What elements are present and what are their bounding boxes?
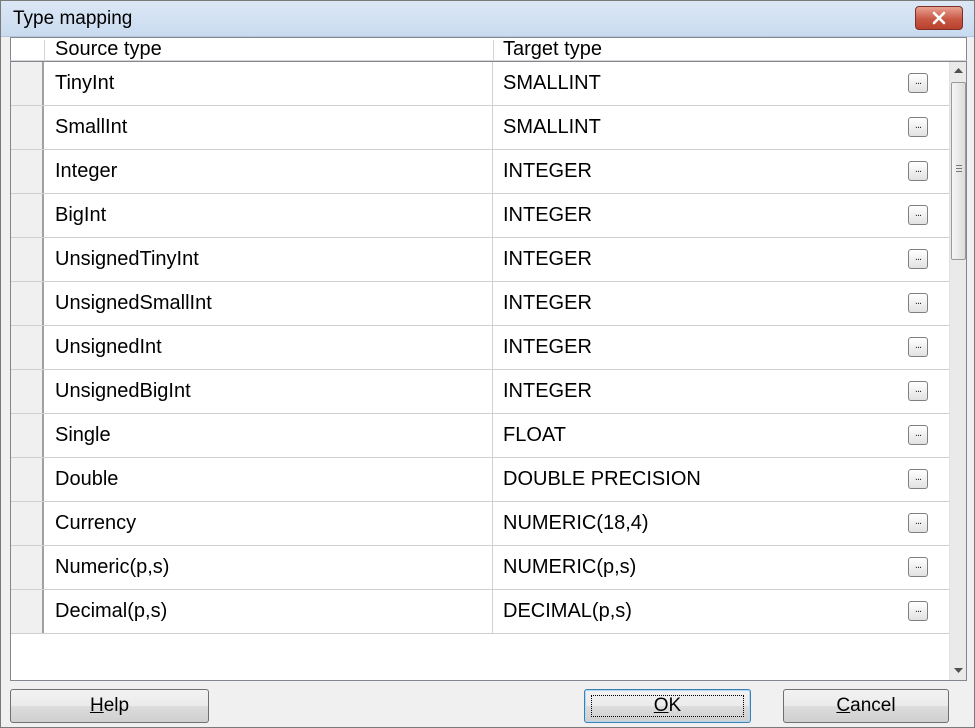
row-indicator[interactable] (11, 414, 44, 457)
source-type-cell[interactable]: Currency (47, 502, 493, 545)
row-indicator[interactable] (11, 150, 44, 193)
source-type-cell[interactable]: UnsignedBigInt (47, 370, 493, 413)
row-indicator[interactable] (11, 282, 44, 325)
type-mapping-grid[interactable]: TinyInt SMALLINT... SmallInt SMALLINT... Int… (10, 61, 967, 681)
cancel-button-accelerator: C (836, 695, 851, 716)
target-type-cell[interactable]: INTEGER (494, 282, 949, 325)
ellipsis-button[interactable]: ... (908, 161, 928, 181)
title-bar: Type mapping (1, 1, 974, 37)
dialog-title: Type mapping (13, 8, 133, 29)
target-type-cell[interactable]: INTEGER (494, 150, 949, 193)
target-type-cell[interactable]: SMALLINT (494, 62, 949, 105)
source-type-cell[interactable]: TinyInt (47, 62, 493, 105)
row-indicator[interactable] (11, 370, 44, 413)
table-row[interactable]: Integer INTEGER... (11, 150, 951, 194)
source-type-cell[interactable]: SmallInt (47, 106, 493, 149)
source-type-cell[interactable]: Decimal(p,s) (47, 590, 493, 633)
type-mapping-dialog: Type mapping Source type Target type Tin… (0, 0, 975, 728)
column-header-source-type[interactable]: Source type (55, 38, 162, 60)
target-type-cell[interactable]: FLOAT (494, 414, 949, 457)
row-indicator[interactable] (11, 62, 44, 105)
ok-button-accelerator: O (653, 695, 669, 716)
column-header-target-type[interactable]: Target type (503, 38, 602, 60)
close-button[interactable] (915, 6, 963, 30)
table-row[interactable]: Single FLOAT... (11, 414, 951, 458)
row-indicator[interactable] (11, 326, 44, 369)
grip-line (956, 168, 962, 169)
scroll-thumb[interactable] (951, 82, 966, 260)
header-separator[interactable] (493, 40, 494, 60)
ellipsis-button[interactable]: ... (908, 117, 928, 137)
table-row[interactable]: SmallInt SMALLINT... (11, 106, 951, 150)
ellipsis-button[interactable]: ... (908, 557, 928, 577)
row-indicator[interactable] (11, 106, 44, 149)
caret-up-icon (954, 68, 963, 73)
table-row[interactable]: TinyInt SMALLINT... (11, 62, 951, 106)
table-row[interactable]: UnsignedBigInt INTEGER... (11, 370, 951, 414)
ellipsis-button[interactable]: ... (908, 73, 928, 93)
target-type-cell[interactable]: DOUBLE PRECISION (494, 458, 949, 501)
target-type-cell[interactable]: DECIMAL(p,s) (494, 590, 949, 633)
source-type-cell[interactable]: UnsignedSmallInt (47, 282, 493, 325)
ellipsis-button[interactable]: ... (908, 337, 928, 357)
table-row[interactable]: BigInt INTEGER... (11, 194, 951, 238)
source-type-cell[interactable]: Single (47, 414, 493, 457)
table-row[interactable]: Currency NUMERIC(18,4)... (11, 502, 951, 546)
caret-down-icon (954, 668, 963, 673)
source-type-cell[interactable]: UnsignedInt (47, 326, 493, 369)
dialog-footer: Help OK Cancel (1, 681, 974, 727)
table-row[interactable]: Double DOUBLE PRECISION... (11, 458, 951, 502)
help-button-accelerator: H (89, 695, 104, 716)
ellipsis-button[interactable]: ... (908, 469, 928, 489)
vertical-scrollbar[interactable] (949, 62, 966, 680)
row-indicator[interactable] (11, 238, 44, 281)
ellipsis-button[interactable]: ... (908, 513, 928, 533)
table-row[interactable]: UnsignedInt INTEGER... (11, 326, 951, 370)
target-type-cell[interactable]: INTEGER (494, 238, 949, 281)
source-type-cell[interactable]: Numeric(p,s) (47, 546, 493, 589)
target-type-cell[interactable]: INTEGER (494, 326, 949, 369)
ellipsis-button[interactable]: ... (908, 425, 928, 445)
ellipsis-button[interactable]: ... (908, 601, 928, 621)
ok-button-label: K (668, 695, 682, 716)
table-row[interactable]: Numeric(p,s) NUMERIC(p,s)... (11, 546, 951, 590)
cancel-button[interactable]: Cancel (783, 689, 949, 723)
row-indicator[interactable] (11, 502, 44, 545)
scroll-down-arrow[interactable] (950, 662, 966, 679)
target-type-cell[interactable]: INTEGER (494, 194, 949, 237)
target-type-cell[interactable]: NUMERIC(p,s) (494, 546, 949, 589)
table-row[interactable]: Decimal(p,s) DECIMAL(p,s)... (11, 590, 951, 634)
grip-line (956, 171, 962, 172)
scroll-up-arrow[interactable] (950, 62, 966, 79)
target-type-cell[interactable]: INTEGER (494, 370, 949, 413)
ellipsis-button[interactable]: ... (908, 249, 928, 269)
row-indicator[interactable] (11, 590, 44, 633)
ellipsis-button[interactable]: ... (908, 205, 928, 225)
help-button[interactable]: Help (10, 689, 209, 723)
source-type-cell[interactable]: Integer (47, 150, 493, 193)
row-indicator[interactable] (11, 458, 44, 501)
ok-button[interactable]: OK (584, 689, 751, 723)
table-row[interactable]: UnsignedTinyInt INTEGER... (11, 238, 951, 282)
source-type-cell[interactable]: UnsignedTinyInt (47, 238, 493, 281)
ellipsis-button[interactable]: ... (908, 381, 928, 401)
cancel-button-label: ancel (850, 695, 896, 716)
grid-header: Source type Target type (10, 37, 967, 61)
row-indicator[interactable] (11, 546, 44, 589)
close-icon (932, 11, 946, 25)
table-row[interactable]: UnsignedSmallInt INTEGER... (11, 282, 951, 326)
ellipsis-button[interactable]: ... (908, 293, 928, 313)
source-type-cell[interactable]: BigInt (47, 194, 493, 237)
row-indicator[interactable] (11, 194, 44, 237)
header-separator (44, 40, 45, 60)
target-type-cell[interactable]: SMALLINT (494, 106, 949, 149)
help-button-label: elp (103, 695, 130, 716)
target-type-cell[interactable]: NUMERIC(18,4) (494, 502, 949, 545)
source-type-cell[interactable]: Double (47, 458, 493, 501)
grip-line (956, 165, 962, 166)
